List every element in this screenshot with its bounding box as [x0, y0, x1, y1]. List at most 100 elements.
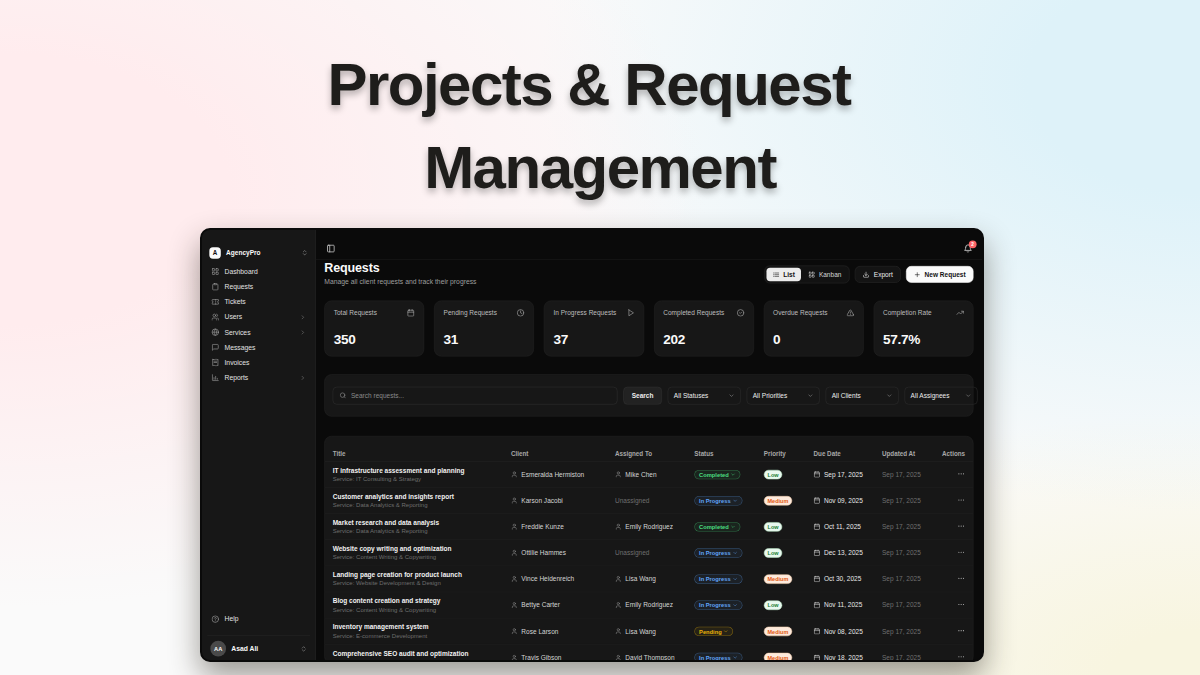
- calendar-icon: [814, 497, 821, 504]
- alert-triangle-icon: [846, 309, 854, 317]
- new-request-button[interactable]: New Request: [906, 266, 974, 283]
- filter-bar: Search requests... Search All Statuses A…: [324, 374, 973, 417]
- filter-dropdown-all-clients[interactable]: All Clients: [825, 387, 898, 405]
- user-icon: [615, 628, 622, 635]
- user-icon: [511, 628, 518, 635]
- stat-card-value: 202: [663, 332, 744, 348]
- status-badge[interactable]: In Progress: [694, 548, 742, 557]
- sidebar-item-label: Tickets: [224, 298, 245, 306]
- ellipsis-icon: [957, 601, 965, 609]
- chevron-right-icon: [300, 329, 306, 335]
- calendar-icon: [407, 309, 415, 317]
- user-icon: [511, 550, 518, 557]
- status-badge[interactable]: Completed: [694, 522, 740, 531]
- status-badge[interactable]: Pending: [694, 627, 733, 636]
- status-badge[interactable]: In Progress: [694, 496, 742, 505]
- search-input[interactable]: Search requests...: [333, 387, 618, 405]
- user-icon: [511, 576, 518, 583]
- kanban-view-button[interactable]: Kanban: [802, 268, 848, 282]
- table-row[interactable]: Blog content creation and strategy Servi…: [325, 592, 973, 618]
- clipboard-icon: [211, 283, 219, 291]
- row-actions-button[interactable]: [939, 627, 965, 636]
- chevrons-up-down-icon[interactable]: [301, 249, 308, 256]
- sidebar-item-tickets[interactable]: Tickets: [207, 294, 310, 309]
- table-row[interactable]: Customer analytics and insights report S…: [325, 488, 973, 514]
- list-view-button[interactable]: List: [766, 268, 801, 282]
- ellipsis-icon: [957, 574, 965, 582]
- stat-card-label: In Progress Requests: [553, 309, 616, 316]
- table-row[interactable]: IT infrastructure assessment and plannin…: [325, 462, 973, 488]
- brand-name: AgencyPro: [226, 249, 296, 256]
- sidebar-item-users[interactable]: Users: [207, 309, 310, 324]
- panel-left-icon[interactable]: [326, 244, 335, 253]
- chevron-down-icon: [807, 392, 813, 398]
- stat-card: Pending Requests 31: [434, 301, 534, 357]
- sidebar-item-label: Reports: [224, 374, 248, 382]
- row-actions-button[interactable]: [939, 470, 965, 479]
- sidebar-footer: Help AA Asad Ali: [202, 608, 315, 662]
- clock-icon: [517, 309, 525, 317]
- table-row[interactable]: Inventory management system Service: E-c…: [325, 619, 973, 645]
- row-actions-button[interactable]: [939, 522, 965, 531]
- stat-card-label: Overdue Requests: [773, 309, 827, 316]
- sidebar-item-messages[interactable]: Messages: [207, 340, 310, 355]
- user-icon: [511, 471, 518, 478]
- row-actions-button[interactable]: [939, 601, 965, 610]
- status-badge[interactable]: In Progress: [694, 574, 742, 583]
- chevrons-up-down-icon: [300, 645, 307, 652]
- ticket-icon: [211, 298, 219, 306]
- status-badge[interactable]: In Progress: [694, 653, 742, 662]
- list-icon: [773, 271, 780, 278]
- table-row[interactable]: Website copy writing and optimization Se…: [325, 540, 973, 566]
- sidebar-item-label: Messages: [224, 343, 255, 351]
- table-row[interactable]: Landing page creation for product launch…: [325, 566, 973, 592]
- stat-card: In Progress Requests 37: [544, 301, 644, 357]
- priority-badge: Medium: [764, 574, 792, 583]
- help-label: Help: [224, 615, 238, 623]
- calendar-icon: [814, 523, 821, 530]
- row-actions-button[interactable]: [939, 653, 965, 662]
- chevron-down-icon: [732, 655, 737, 660]
- table-row[interactable]: Market research and data analysis Servic…: [325, 514, 973, 540]
- notifications-button[interactable]: 2: [964, 244, 973, 253]
- search-button[interactable]: Search: [623, 387, 662, 405]
- app-window: A AgencyPro Dashboard Requests Tickets U…: [200, 228, 984, 662]
- filter-dropdown-all-statuses[interactable]: All Statuses: [668, 387, 741, 405]
- sidebar-item-services[interactable]: Services: [207, 325, 310, 340]
- sidebar-header[interactable]: A AgencyPro: [202, 230, 315, 260]
- status-badge[interactable]: Completed: [694, 470, 740, 479]
- calendar-icon: [814, 576, 821, 583]
- sidebar-item-dashboard[interactable]: Dashboard: [207, 264, 310, 279]
- column-header-title: Title: [333, 450, 511, 457]
- calendar-icon: [814, 550, 821, 557]
- new-request-label: New Request: [925, 271, 966, 278]
- row-actions-button[interactable]: [939, 548, 965, 557]
- sidebar-item-label: Requests: [224, 283, 253, 291]
- sidebar-item-invoices[interactable]: Invoices: [207, 355, 310, 370]
- sidebar-item-reports[interactable]: Reports: [207, 370, 310, 385]
- user-menu[interactable]: AA Asad Ali: [207, 635, 310, 657]
- sidebar-item-requests[interactable]: Requests: [207, 279, 310, 294]
- chevron-down-icon: [730, 524, 735, 529]
- table-header: TitleClientAssigned ToStatusPriorityDue …: [325, 437, 973, 462]
- row-actions-button[interactable]: [939, 574, 965, 583]
- filter-dropdown-all-assignees[interactable]: All Assignees: [904, 387, 977, 405]
- table-row[interactable]: Comprehensive SEO audit and optimization…: [325, 645, 973, 662]
- column-header-assigned-to: Assigned To: [615, 450, 694, 457]
- message-icon: [211, 343, 219, 351]
- sidebar-item-help[interactable]: Help: [207, 612, 310, 627]
- user-icon: [511, 654, 518, 661]
- filter-dropdown-all-priorities[interactable]: All Priorities: [746, 387, 819, 405]
- user-icon: [511, 497, 518, 504]
- priority-badge: Medium: [764, 496, 792, 505]
- user-avatar: AA: [210, 641, 226, 657]
- export-button[interactable]: Export: [855, 266, 901, 283]
- calendar-icon: [814, 602, 821, 609]
- invoice-icon: [211, 359, 219, 367]
- status-badge[interactable]: In Progress: [694, 601, 742, 610]
- row-actions-button[interactable]: [939, 496, 965, 505]
- stat-card-value: 31: [444, 332, 525, 348]
- topbar: 2: [316, 230, 984, 260]
- stat-card-label: Completed Requests: [663, 309, 724, 316]
- column-header-due-date: Due Date: [814, 450, 882, 457]
